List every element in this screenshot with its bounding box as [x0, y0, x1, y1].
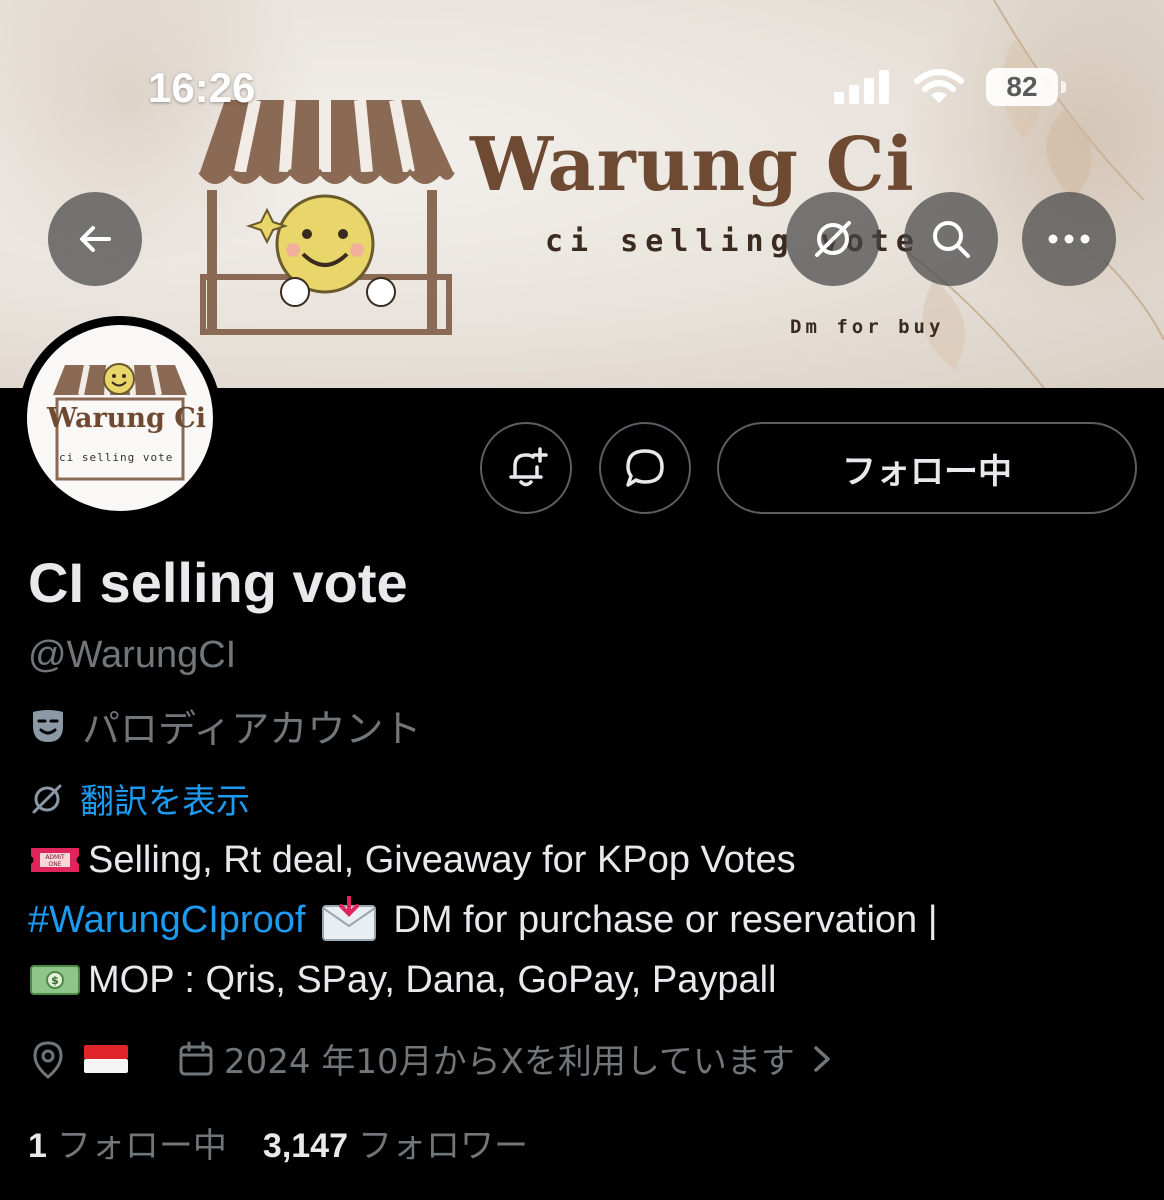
avatar-tagline: ci selling vote	[59, 451, 174, 464]
bio-line: $ MOP : Qris, SPay, Dana, GoPay, Paypall	[28, 950, 1138, 1010]
translate-off-icon	[815, 221, 851, 257]
bio-line: #WarungCIproof DM for purchase or reserv…	[28, 890, 1138, 950]
theater-mask-icon	[33, 709, 63, 742]
calendar-icon	[179, 1041, 213, 1075]
status-time: 16:26	[148, 64, 256, 111]
followers-label[interactable]: フォロワー	[358, 1118, 528, 1167]
profile-bio: ADMIT ONE Selling, Rt deal, Giveaway for…	[28, 830, 1138, 1010]
message-button[interactable]	[599, 422, 691, 514]
joined-date: 2024 年10月からXを利用しています	[224, 1042, 795, 1082]
parody-account-label: パロディアカウント	[82, 707, 422, 751]
banner-brand-title: Warung Ci	[470, 122, 915, 208]
more-icon	[1048, 234, 1090, 244]
svg-text:ONE: ONE	[48, 861, 61, 868]
avatar-brand-title: Warung Ci	[47, 403, 206, 434]
more-button[interactable]	[1022, 192, 1116, 286]
follow-stats: 1 フォロー中 3,147 フォロワー	[28, 1118, 528, 1167]
svg-text:ADMIT: ADMIT	[45, 854, 65, 861]
admit-ticket-icon: ADMIT ONE	[31, 848, 79, 872]
banner-dm-text: Dm for buy	[790, 316, 945, 338]
translate-icon	[32, 784, 62, 813]
money-icon: $	[30, 965, 80, 995]
bio-line-1: Selling, Rt deal, Giveaway for KPop Vote…	[88, 839, 796, 881]
cellular-signal-icon	[834, 70, 889, 104]
location-pin-icon	[33, 1040, 63, 1079]
status-icons: 82	[834, 68, 1066, 106]
indonesia-flag-icon	[84, 1044, 128, 1073]
profile-avatar[interactable]: Warung Ci ci selling vote	[18, 316, 222, 520]
back-arrow-icon	[80, 226, 111, 252]
notification-bell-plus-icon	[509, 447, 548, 487]
envelope-icon	[322, 896, 377, 941]
translate-bio-link[interactable]: 翻訳を表示	[28, 774, 250, 823]
bio-line-3: MOP : Qris, SPay, Dana, GoPay, Paypall	[88, 959, 777, 1001]
battery-level: 82	[1006, 71, 1038, 102]
profile-meta-row: 2024 年10月からXを利用しています	[28, 1034, 835, 1083]
following-count[interactable]: 1	[28, 1127, 47, 1166]
parody-label-row: パロディアカウント	[28, 698, 421, 753]
bio-line-2: DM for purchase or reservation |	[393, 899, 938, 941]
message-bubble-icon	[626, 449, 664, 487]
bio-line: ADMIT ONE Selling, Rt deal, Giveaway for…	[28, 830, 1138, 890]
svg-text:$: $	[51, 974, 59, 987]
notifications-button[interactable]	[480, 422, 572, 514]
avatar-image: Warung Ci ci selling vote	[27, 325, 213, 511]
bio-hashtag-link[interactable]: #WarungCIproof	[28, 890, 305, 950]
search-icon	[933, 221, 970, 258]
search-button[interactable]	[904, 192, 998, 286]
display-name: CI selling vote	[28, 551, 408, 614]
following-label[interactable]: フォロー中	[57, 1118, 227, 1167]
translate-label[interactable]: 翻訳を表示	[80, 774, 250, 823]
chevron-right-icon[interactable]	[809, 1042, 835, 1076]
battery-indicator: 82	[986, 68, 1066, 106]
following-button[interactable]: フォロー中	[717, 422, 1137, 514]
username-handle: @WarungCI	[28, 634, 237, 676]
shop-stall-illustration	[198, 98, 455, 335]
translate-toggle-button[interactable]	[786, 192, 880, 286]
followers-count[interactable]: 3,147	[263, 1127, 348, 1166]
back-button[interactable]	[48, 192, 142, 286]
wifi-icon	[914, 69, 964, 103]
